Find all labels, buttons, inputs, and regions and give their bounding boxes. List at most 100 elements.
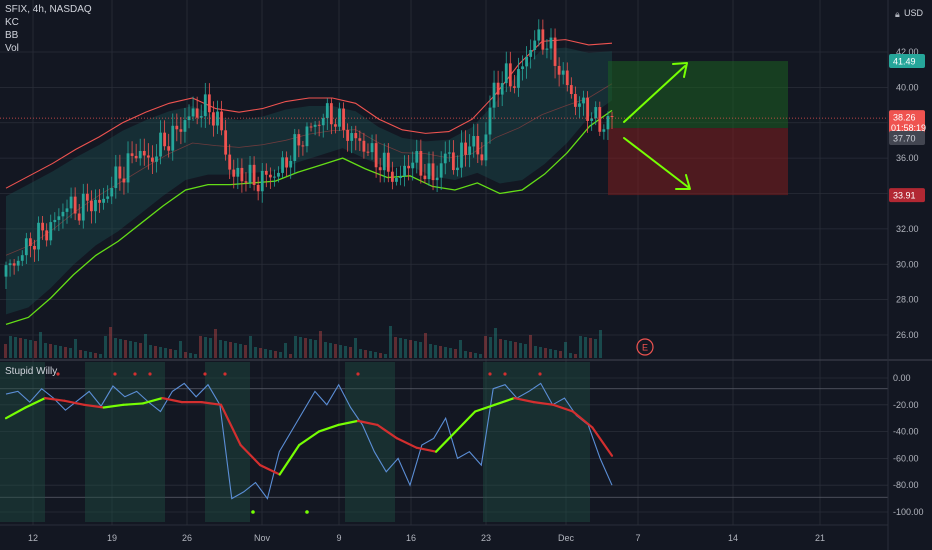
candle-body <box>163 132 167 147</box>
candle-body <box>366 151 370 153</box>
volume-bar <box>574 354 577 358</box>
osc-tick-label: 0.00 <box>893 373 911 383</box>
candle-body <box>431 163 435 181</box>
candle-body <box>293 134 297 161</box>
volume-bar <box>404 339 407 358</box>
volume-bar <box>494 328 497 358</box>
volume-bar <box>294 336 297 358</box>
candle-body <box>216 111 219 126</box>
volume-bar <box>579 336 582 358</box>
candle-body <box>508 63 512 87</box>
volume-bar <box>279 352 282 358</box>
candle-body <box>20 255 24 261</box>
volume-bar <box>384 354 387 358</box>
volume-bar <box>539 347 542 358</box>
candle-body <box>602 129 606 132</box>
main-legend: SFIX, 4h, NASDAQ KC BB Vol <box>5 3 92 55</box>
candle-body <box>146 155 150 158</box>
volume-bar <box>144 334 147 358</box>
candle-body <box>468 146 472 155</box>
candle-body <box>317 124 321 126</box>
volume-bar <box>269 350 272 358</box>
candle-body <box>81 193 85 221</box>
candle-body <box>167 146 171 151</box>
candle-body <box>8 263 12 266</box>
indicator-bb[interactable]: BB <box>5 29 92 42</box>
candle-body <box>374 143 378 168</box>
candle-body <box>16 260 20 266</box>
candle-body <box>427 163 431 180</box>
volume-bar <box>569 353 572 358</box>
chart-canvas[interactable]: 42.0040.0038.0036.0034.0032.0030.0028.00… <box>0 0 932 550</box>
candle-body <box>175 125 179 130</box>
volume-bar <box>289 354 292 358</box>
candle-body <box>94 199 97 212</box>
candle-body <box>350 133 354 141</box>
candle-body <box>114 166 118 189</box>
volume-bar <box>249 336 252 358</box>
volume-bar <box>514 342 517 358</box>
osc-top-marker <box>148 372 152 376</box>
candle-body <box>256 185 260 192</box>
volume-bar <box>184 352 187 358</box>
candle-body <box>484 134 488 161</box>
candle-body <box>553 37 557 66</box>
target-price-tag-label: 41.49 <box>893 57 916 67</box>
candle-body <box>85 193 89 201</box>
currency-button[interactable]: 🔒︎ USD <box>895 8 924 19</box>
symbol-title[interactable]: SFIX, 4h, NASDAQ <box>5 3 92 16</box>
candle-body <box>415 151 419 163</box>
candle-body <box>476 136 480 155</box>
volume-bar <box>339 345 342 358</box>
volume-bar <box>284 343 287 358</box>
osc-bottom-marker <box>305 510 309 514</box>
price-tick-label: 36.00 <box>896 153 919 163</box>
candle-body <box>549 37 553 49</box>
candle-body <box>212 112 215 126</box>
candle-body <box>240 167 244 182</box>
last-price-label: 38.26 <box>893 113 916 123</box>
osc-top-marker <box>223 372 227 376</box>
candle-body <box>12 263 16 266</box>
volume-bar <box>29 340 32 358</box>
candle-body <box>301 145 305 147</box>
candle-body <box>529 50 533 57</box>
volume-bar <box>344 346 347 358</box>
volume-bar <box>424 333 427 358</box>
candle-body <box>297 134 301 146</box>
candle-body <box>610 116 614 118</box>
candle-body <box>69 196 73 209</box>
indicator-kc[interactable]: KC <box>5 16 92 29</box>
candle-body <box>155 156 158 162</box>
candle-body <box>106 196 110 199</box>
volume-bar <box>589 338 592 358</box>
candle-body <box>399 176 402 179</box>
volume-bar <box>594 339 597 358</box>
volume-bar <box>469 352 472 358</box>
candle-body <box>134 155 138 159</box>
volume-bar <box>239 344 242 358</box>
volume-bar <box>564 342 567 358</box>
volume-bar <box>149 345 152 358</box>
volume-bar <box>154 346 157 358</box>
candle-body <box>537 29 541 41</box>
volume-bar <box>454 349 457 358</box>
candle-body <box>65 208 69 212</box>
indicator-vol[interactable]: Vol <box>5 42 92 55</box>
osc-shade-band <box>0 362 45 522</box>
candle-body <box>342 108 345 130</box>
lock-icon: 🔒︎ <box>895 9 900 19</box>
volume-bar <box>334 344 337 358</box>
candle-body <box>309 126 313 128</box>
volume-bar <box>4 344 7 358</box>
candle-body <box>541 29 545 50</box>
volume-bar <box>39 332 42 358</box>
oscillator-title[interactable]: Stupid Willy <box>5 365 57 378</box>
volume-bar <box>129 341 132 358</box>
candle-body <box>273 176 276 178</box>
candle-body <box>281 157 284 173</box>
volume-bar <box>174 350 177 358</box>
osc-top-marker <box>113 372 117 376</box>
candle-body <box>525 56 528 67</box>
profit-zone <box>608 61 788 129</box>
